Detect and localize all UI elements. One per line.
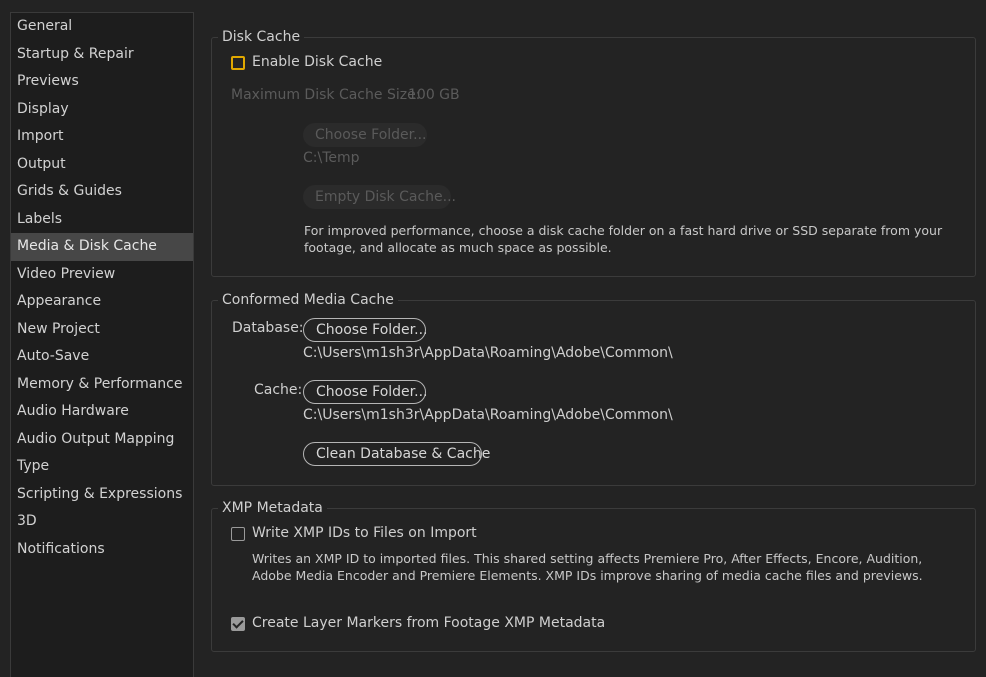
create-layer-markers-checkbox[interactable]: [231, 617, 245, 631]
sidebar-item-appearance[interactable]: Appearance: [11, 288, 193, 316]
create-layer-markers-label[interactable]: Create Layer Markers from Footage XMP Me…: [252, 615, 605, 631]
write-xmp-ids-note: Writes an XMP ID to imported files. This…: [252, 551, 923, 583]
disk-cache-folder-path: C:\Temp: [303, 150, 360, 166]
sidebar-item-audio-hardware[interactable]: Audio Hardware: [11, 398, 193, 426]
sidebar-item-general[interactable]: General: [11, 13, 193, 41]
sidebar-item-type[interactable]: Type: [11, 453, 193, 481]
sidebar-item-display[interactable]: Display: [11, 96, 193, 124]
enable-disk-cache-label[interactable]: Enable Disk Cache: [252, 54, 382, 70]
conformed-media-cache-title: Conformed Media Cache: [218, 291, 398, 309]
database-path: C:\Users\m1sh3r\AppData\Roaming\Adobe\Co…: [303, 345, 673, 361]
sidebar-item-3d[interactable]: 3D: [11, 508, 193, 536]
cache-label: Cache:: [254, 382, 303, 398]
sidebar-item-video-preview[interactable]: Video Preview: [11, 261, 193, 289]
write-xmp-ids-checkbox[interactable]: [231, 527, 245, 541]
cache-choose-folder-button[interactable]: Choose Folder...: [303, 380, 427, 404]
preferences-sidebar: General Startup & Repair Previews Display Im…: [10, 12, 194, 677]
max-disk-cache-size-value[interactable]: 100 GB: [408, 87, 460, 103]
sidebar-item-labels[interactable]: Labels: [11, 206, 193, 234]
empty-disk-cache-button[interactable]: Empty Disk Cache...: [303, 185, 456, 209]
sidebar-item-import[interactable]: Import: [11, 123, 193, 151]
sidebar-item-previews[interactable]: Previews: [11, 68, 193, 96]
sidebar-item-new-project[interactable]: New Project: [11, 316, 193, 344]
write-xmp-ids-label[interactable]: Write XMP IDs to Files on Import: [252, 525, 477, 541]
disk-cache-choose-folder-button[interactable]: Choose Folder...: [303, 123, 427, 147]
enable-disk-cache-checkbox[interactable]: [231, 56, 245, 70]
sidebar-item-scripting-and-expressions[interactable]: Scripting & Expressions: [11, 481, 193, 509]
xmp-metadata-title: XMP Metadata: [218, 499, 327, 517]
clean-database-cache-button[interactable]: Clean Database & Cache: [303, 442, 490, 466]
sidebar-list: General Startup & Repair Previews Display Im…: [11, 13, 193, 563]
sidebar-item-auto-save[interactable]: Auto-Save: [11, 343, 193, 371]
sidebar-item-grids-and-guides[interactable]: Grids & Guides: [11, 178, 193, 206]
sidebar-item-startup-and-repair[interactable]: Startup & Repair: [11, 41, 193, 69]
sidebar-item-memory-and-performance[interactable]: Memory & Performance: [11, 371, 193, 399]
sidebar-item-audio-output-mapping[interactable]: Audio Output Mapping: [11, 426, 193, 454]
disk-cache-note: For improved performance, choose a disk …: [304, 223, 943, 255]
sidebar-item-media-and-disk-cache[interactable]: Media & Disk Cache: [11, 233, 193, 261]
sidebar-item-output[interactable]: Output: [11, 151, 193, 179]
database-label: Database:: [232, 320, 304, 336]
max-disk-cache-size-label: Maximum Disk Cache Size:: [231, 87, 421, 103]
disk-cache-title: Disk Cache: [218, 28, 305, 46]
cache-path: C:\Users\m1sh3r\AppData\Roaming\Adobe\Co…: [303, 407, 673, 423]
sidebar-item-notifications[interactable]: Notifications: [11, 536, 193, 564]
database-choose-folder-button[interactable]: Choose Folder...: [303, 318, 427, 342]
